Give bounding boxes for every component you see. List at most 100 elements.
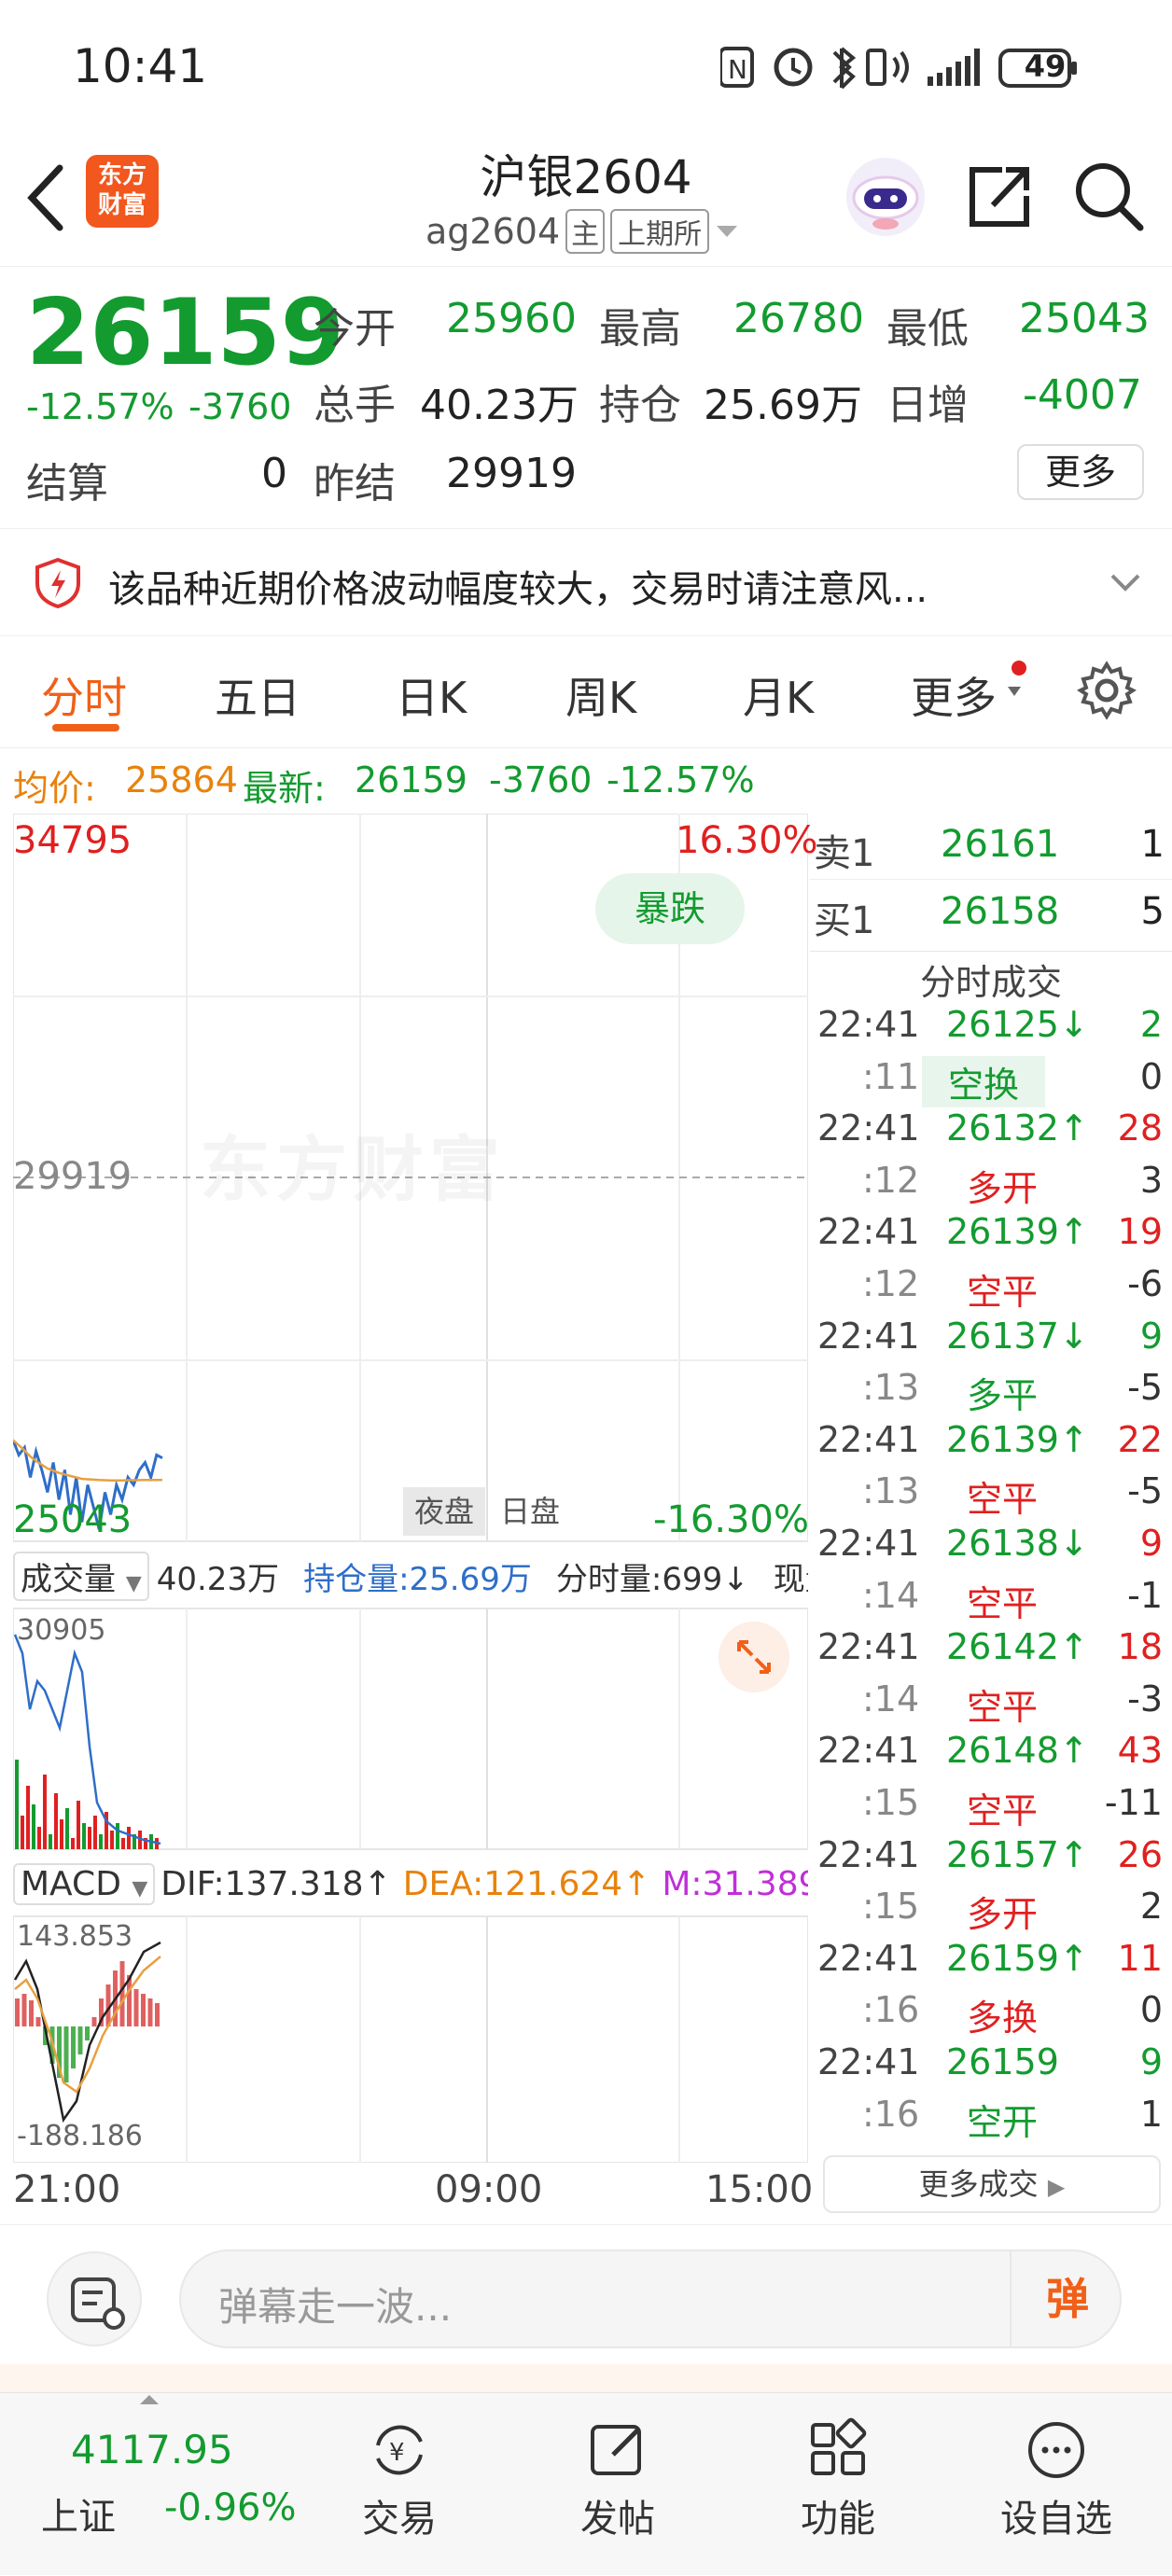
more-trades-button[interactable]: 更多成交 ▶: [823, 2155, 1161, 2213]
chevron-down-icon[interactable]: [1109, 572, 1142, 594]
index-ticker[interactable]: 4117.95 上证 -0.96%: [19, 2393, 299, 2576]
tick-row: 22:41 26139↑ 19: [817, 1204, 1170, 1256]
danmu-send-button[interactable]: 弹: [1010, 2251, 1123, 2346]
low-value: 25043: [1019, 295, 1150, 342]
current-volume: 现量:9: [773, 1560, 808, 1598]
status-bar: 10:41 N 49: [0, 0, 1172, 131]
gear-icon[interactable]: [1077, 661, 1137, 720]
tick-qty: 0: [1139, 1989, 1163, 2031]
intraday-chart-area[interactable]: 东方财富 34795 16.30% 暴跌 29919 25043 -16.30%…: [11, 813, 818, 2164]
index-change: -0.96%: [164, 2486, 297, 2529]
macd-bar: [133, 1989, 139, 2026]
contract-code: ag2604: [426, 211, 561, 252]
period-tabs: 分时 五日 日K 周K 月K 更多: [0, 636, 1172, 748]
tick-row: :14 空平 -1: [817, 1567, 1170, 1624]
change-value: -3760: [188, 386, 292, 427]
nav-trade[interactable]: ¥ 交易: [325, 2404, 474, 2542]
volume-bar: [32, 1804, 35, 1849]
expand-button[interactable]: [719, 1622, 789, 1692]
tick-price: 26125↓: [946, 1004, 1089, 1045]
danmu-settings-button[interactable]: [47, 2251, 142, 2346]
open-label: 今开: [314, 305, 396, 353]
danmu-bar: 弹幕走一波... 弹: [0, 2224, 1172, 2364]
volume-bar: [121, 1838, 125, 1849]
shield-warning-icon: [35, 557, 80, 609]
time-axis-start: 21:00: [13, 2168, 121, 2211]
tick-time: 22:41: [817, 1937, 920, 1979]
tick-row: :15 多开 2: [817, 1878, 1170, 1935]
tick-qty: 22: [1117, 1418, 1163, 1460]
avg-price-line: [12, 1439, 162, 1482]
tick-row: 22:41 26132↑ 28: [817, 1100, 1170, 1152]
robot-avatar-icon[interactable]: [844, 155, 928, 239]
tick-time: :14: [862, 1574, 920, 1616]
watermark: 东方财富: [200, 1112, 506, 1215]
buy1-qty: 5: [1140, 890, 1165, 933]
more-circle-icon: [1028, 2422, 1084, 2478]
more-button[interactable]: 更多: [1017, 444, 1144, 500]
high-value: 26780: [733, 295, 864, 342]
nav-post-label: 发帖: [580, 2498, 655, 2541]
chart-top-price: 34795: [13, 819, 133, 862]
tab-more[interactable]: 更多: [911, 664, 997, 726]
settle-label: 结算: [26, 460, 108, 508]
volume-bar: [71, 1838, 75, 1849]
danmu-input[interactable]: 弹幕走一波... 弹: [179, 2249, 1122, 2348]
volume-plot: [13, 1634, 161, 1849]
tick-qty: 3: [1139, 1159, 1163, 1201]
trade-panel: 卖1 26161 1 买1 26158 5 分时成交 22:41 26125↓ 2:…: [810, 814, 1172, 2222]
tick-row: 22:41 26125↓ 2: [817, 996, 1170, 1049]
contract-subtitle[interactable]: ag2604 主 上期所: [426, 209, 739, 254]
share-icon[interactable]: [965, 162, 1034, 231]
search-icon[interactable]: [1071, 159, 1146, 233]
tick-time: :11: [862, 1055, 920, 1097]
nav-add-watchlist[interactable]: 设自选: [982, 2404, 1131, 2542]
quote-summary: 26159 -12.57% -3760 今开 25960 最高 26780 最低…: [0, 267, 1172, 528]
macd-header: MACD ▼ DIF:137.318↑ DEA:121.624↑ M:31.38…: [13, 1853, 808, 1915]
volume-bar: [110, 1831, 114, 1849]
open-value: 25960: [446, 295, 577, 342]
nav-functions[interactable]: 功能: [763, 2404, 913, 2542]
volume-bar: [127, 1827, 131, 1849]
tick-time: 22:41: [817, 1626, 920, 1668]
status-time: 10:41: [73, 39, 208, 93]
risk-notice[interactable]: 该品种近期价格波动幅度较大，交易时请注意风...: [0, 528, 1172, 636]
tick-row: :16 空开 1: [817, 2086, 1170, 2143]
tick-qty: 11: [1117, 1937, 1163, 1979]
tick-time: 22:41: [817, 1418, 920, 1460]
tick-qty: 2: [1139, 1004, 1163, 1045]
volume-value: 40.23万: [420, 382, 579, 429]
tab-month-k[interactable]: 月K: [743, 664, 814, 726]
tick-row: :13 空平 -5: [817, 1463, 1170, 1520]
crash-badge[interactable]: 暴跌: [595, 873, 745, 944]
tick-time: 22:41: [817, 1730, 920, 1772]
macd-bar: [21, 1994, 27, 2026]
chart-mid-price: 29919: [13, 1155, 133, 1198]
tab-intraday[interactable]: 分时: [41, 664, 127, 726]
tick-row: 22:41 26159 9: [817, 2034, 1170, 2086]
macd-selector[interactable]: MACD ▼: [13, 1862, 156, 1905]
tick-price: 26138↓: [946, 1523, 1089, 1564]
volume-bar: [37, 1827, 41, 1849]
tab-week-k[interactable]: 周K: [565, 664, 636, 726]
tick-price: 空开: [967, 2101, 1039, 2143]
volume-selector[interactable]: 成交量 ▼: [13, 1551, 149, 1601]
prev-settle-label: 昨结: [314, 460, 396, 508]
tab-day-k[interactable]: 日K: [396, 664, 467, 726]
macd-bar: [91, 2017, 97, 2026]
tick-price: 26139↑: [946, 1211, 1089, 1253]
nav-post[interactable]: 发帖: [543, 2404, 692, 2542]
chart-bottom-pct: -16.30%: [653, 1498, 809, 1541]
expand-icon: [737, 1640, 771, 1674]
macd-bar: [35, 2017, 41, 2026]
tick-time: 22:41: [817, 1107, 920, 1149]
trade-icon: ¥: [376, 2425, 423, 2475]
tab-five-day[interactable]: 五日: [215, 664, 300, 726]
tick-price: 26159↑: [946, 1937, 1089, 1979]
tick-qty: 2: [1139, 1886, 1163, 1928]
day-session-tag[interactable]: 日盘: [489, 1487, 571, 1536]
tick-price: 26157↑: [946, 1833, 1089, 1875]
night-session-tag[interactable]: 夜盘: [403, 1487, 485, 1536]
header: 东方 财富 沪银2604 ag2604 主 上期所: [0, 131, 1172, 267]
svg-text:N: N: [728, 54, 747, 85]
